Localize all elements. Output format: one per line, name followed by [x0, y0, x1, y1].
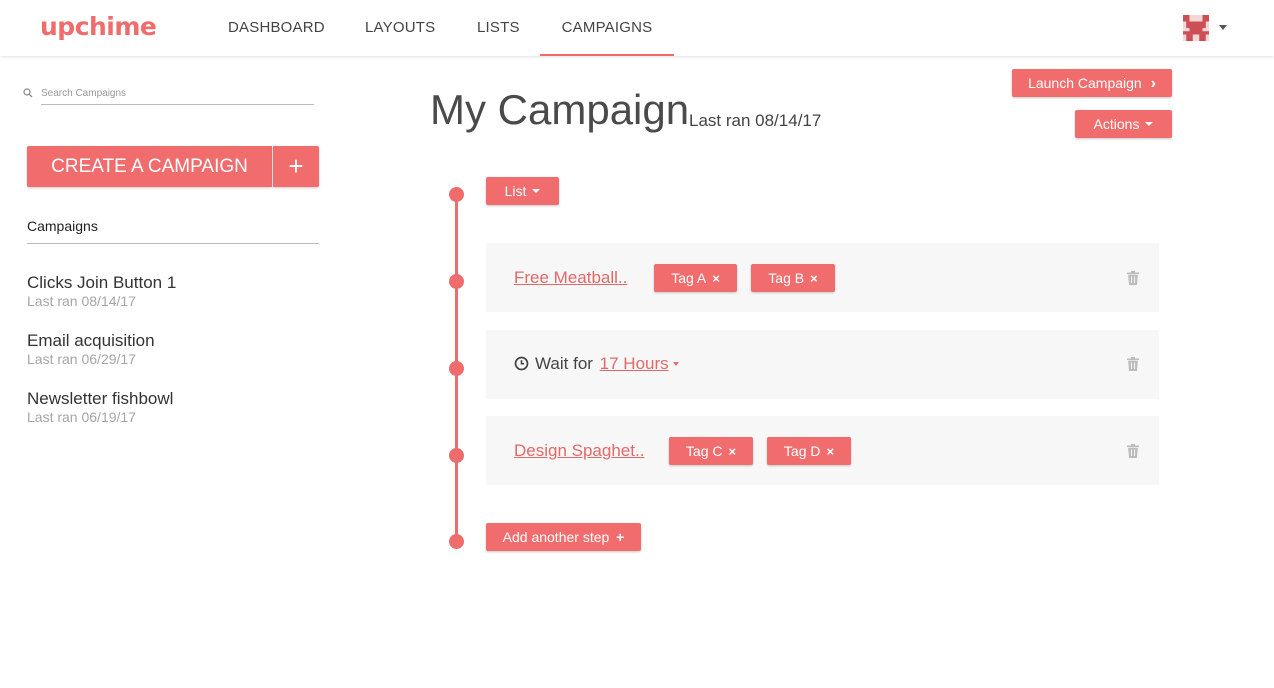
wait-prefix: Wait for — [535, 354, 593, 373]
divider — [27, 243, 319, 244]
campaign-list-item[interactable]: Newsletter fishbowl Last ran 06/19/17 — [27, 389, 173, 425]
add-step-label: Add another step — [502, 529, 610, 545]
tag-chip: Tag C × — [669, 437, 753, 465]
timeline-dot — [449, 448, 464, 463]
add-step-button[interactable]: Add another step + — [486, 523, 641, 551]
campaign-list-item[interactable]: Email acquisition Last ran 06/29/17 — [27, 331, 155, 367]
search-icon — [23, 88, 33, 98]
launch-campaign-label: Launch Campaign — [1028, 75, 1142, 91]
campaign-name: Clicks Join Button 1 — [27, 273, 177, 292]
campaign-list-item[interactable]: Clicks Join Button 1 Last ran 08/14/17 — [27, 273, 176, 309]
nav-dashboard[interactable]: DASHBOARD — [228, 0, 325, 56]
wait-step: Wait for 17 Hours — [535, 354, 679, 374]
list-dropdown-button[interactable]: List — [486, 177, 559, 205]
close-icon[interactable]: × — [826, 444, 834, 459]
nav-lists[interactable]: LISTS — [477, 0, 520, 56]
chevron-right-icon: › — [1150, 75, 1156, 92]
caret-down-icon — [672, 361, 679, 366]
page-subtitle: Last ran 08/14/17 — [689, 111, 822, 130]
plus-icon: + — [616, 529, 625, 545]
tag-label: Tag A — [671, 270, 707, 286]
page-title: My Campaign — [430, 86, 690, 133]
clock-icon — [514, 356, 529, 371]
tag-label: Tag D — [783, 443, 821, 459]
campaign-name: Email acquisition — [27, 331, 155, 350]
campaign-last-ran: Last ran 06/19/17 — [27, 409, 136, 425]
tag-label: Tag C — [685, 443, 723, 459]
tag-chip: Tag B × — [751, 264, 835, 292]
campaigns-heading: Campaigns — [27, 218, 98, 234]
nav-layouts[interactable]: LAYOUTS — [365, 0, 435, 56]
campaign-last-ran: Last ran 08/14/17 — [27, 293, 136, 309]
trash-icon[interactable] — [1127, 444, 1139, 458]
tag-label: Tag B — [768, 270, 805, 286]
list-label: List — [504, 183, 527, 199]
tag-chip: Tag D × — [767, 437, 851, 465]
wait-duration-dropdown[interactable]: 17 Hours — [600, 354, 679, 373]
close-icon[interactable]: × — [810, 271, 818, 286]
top-navbar: upchime DASHBOARD LAYOUTS LISTS CAMPAIGN… — [0, 0, 1274, 56]
email-step-link[interactable]: Free Meatball.. — [514, 268, 627, 288]
campaign-last-ran: Last ran 06/29/17 — [27, 351, 136, 367]
trash-icon[interactable] — [1127, 271, 1139, 285]
search-input[interactable] — [41, 83, 314, 105]
tag-chip: Tag A × — [654, 264, 737, 292]
timeline-dot — [449, 534, 464, 549]
close-icon[interactable]: × — [728, 444, 736, 459]
logo[interactable]: upchime — [40, 12, 157, 41]
actions-label: Actions — [1093, 116, 1140, 132]
timeline-dot — [449, 187, 464, 202]
nav-campaigns[interactable]: CAMPAIGNS — [540, 0, 674, 56]
close-icon[interactable]: × — [712, 271, 720, 286]
create-campaign-plus-button[interactable]: + — [273, 146, 319, 187]
timeline-dot — [449, 361, 464, 376]
create-campaign-button[interactable]: CREATE A CAMPAIGN — [27, 146, 272, 187]
chevron-down-icon[interactable] — [1219, 25, 1227, 30]
timeline-dot — [449, 274, 464, 289]
campaign-name: Newsletter fishbowl — [27, 389, 174, 408]
trash-icon[interactable] — [1127, 357, 1139, 371]
wait-duration: 17 Hours — [599, 354, 669, 373]
launch-campaign-button[interactable]: Launch Campaign › — [1012, 69, 1172, 97]
caret-down-icon — [1145, 122, 1154, 127]
caret-down-icon — [532, 189, 541, 194]
email-step-link[interactable]: Design Spaghet.. — [514, 441, 644, 461]
avatar-icon[interactable] — [1183, 15, 1209, 41]
actions-dropdown-button[interactable]: Actions — [1075, 110, 1172, 138]
